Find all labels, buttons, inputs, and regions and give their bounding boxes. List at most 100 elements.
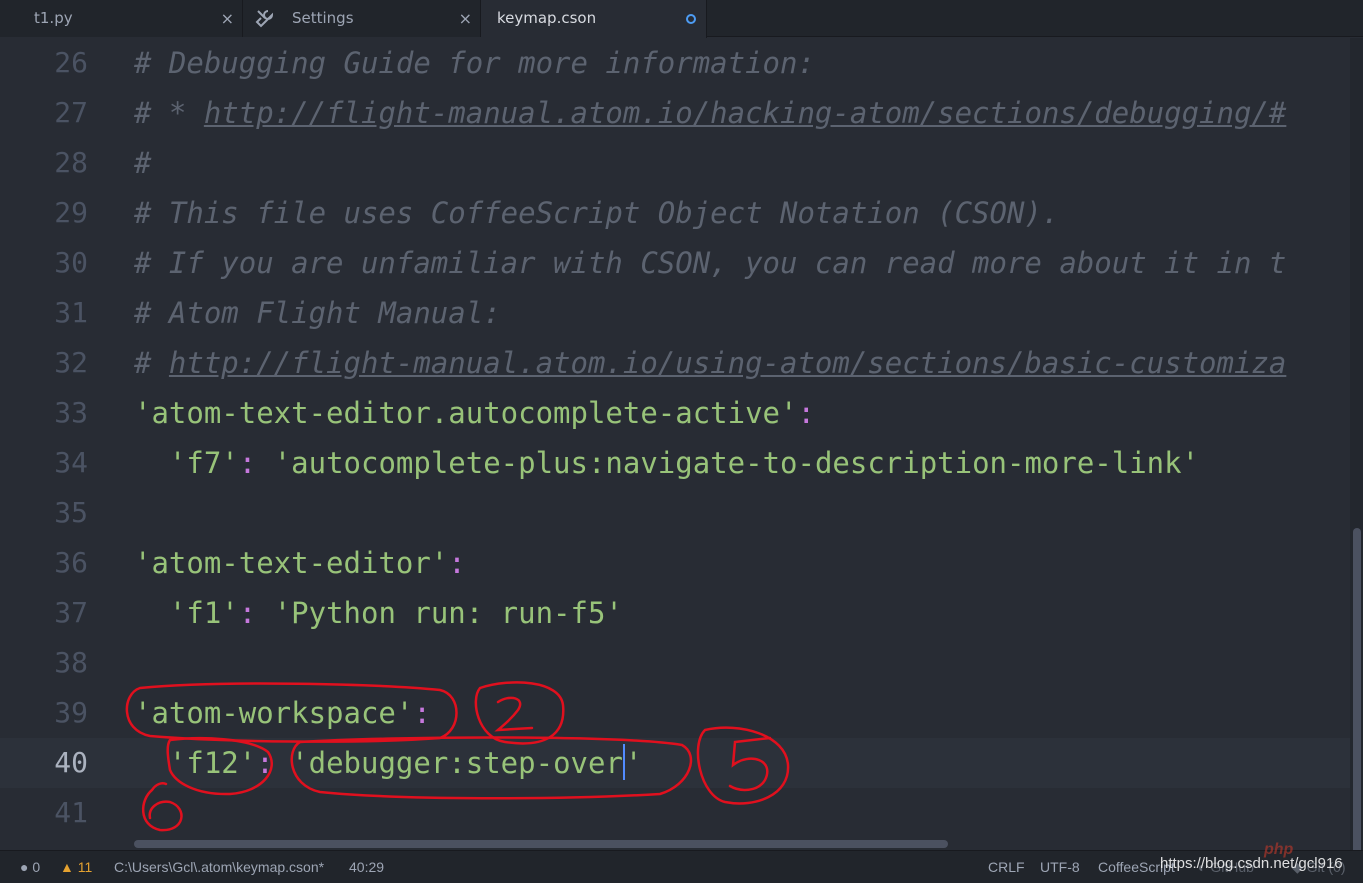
code-text: 'atom-text-editor': bbox=[134, 538, 466, 588]
warning-icon: ▲ bbox=[60, 859, 74, 875]
line-number: 31 bbox=[54, 296, 88, 329]
code-text: 'atom-text-editor.autocomplete-active': bbox=[134, 388, 815, 438]
code-line[interactable]: 30 # If you are unfamiliar with CSON, you… bbox=[0, 238, 1350, 288]
cursor-position[interactable]: 40:29 bbox=[349, 859, 384, 875]
comment-link[interactable]: http://flight-manual.atom.io/using-atom/… bbox=[169, 346, 1286, 380]
code-text: # * http://flight-manual.atom.io/hacking… bbox=[134, 88, 1286, 138]
string-value: 'autocomplete-plus:navigate-to-descripti… bbox=[273, 446, 1200, 480]
colon: : bbox=[797, 396, 815, 430]
string-value: 'Python run: run-f5' bbox=[273, 596, 623, 630]
close-icon[interactable]: × bbox=[459, 9, 472, 28]
error-count[interactable]: ● 0 bbox=[20, 859, 40, 875]
string-key: 'f1' bbox=[168, 596, 239, 630]
line-number: 36 bbox=[54, 546, 88, 579]
code-text: # This file uses CoffeeScript Object Not… bbox=[134, 188, 1059, 238]
line-ending[interactable]: CRLF bbox=[988, 859, 1025, 875]
code-line[interactable]: 27 # * http://flight-manual.atom.io/hacki… bbox=[0, 88, 1350, 138]
code-line[interactable]: 26 # Debugging Guide for more information… bbox=[0, 38, 1350, 88]
scrollbar-thumb[interactable] bbox=[1353, 528, 1361, 858]
modified-indicator-icon[interactable] bbox=[686, 14, 696, 24]
code-line[interactable]: 36 'atom-text-editor': bbox=[0, 538, 1350, 588]
comment-link[interactable]: http://flight-manual.atom.io/hacking-ato… bbox=[204, 96, 1287, 130]
code-line[interactable]: 39 'atom-workspace': bbox=[0, 688, 1350, 738]
code-text: # Atom Flight Manual: bbox=[134, 288, 501, 338]
colon: : bbox=[448, 546, 466, 580]
line-number: 41 bbox=[54, 796, 88, 829]
string-quote: ' bbox=[624, 746, 643, 780]
comment-text: # bbox=[134, 146, 152, 180]
comment-prefix: # * bbox=[134, 96, 204, 130]
line-number: 39 bbox=[54, 696, 88, 729]
watermark: https://blog.csdn.net/gcl916 bbox=[1160, 855, 1343, 872]
comment-text: # Atom Flight Manual: bbox=[134, 296, 501, 330]
colon: : bbox=[413, 696, 431, 730]
colon: : bbox=[256, 746, 274, 780]
comment-text: # Debugging Guide for more information: bbox=[134, 46, 815, 80]
vertical-scrollbar[interactable] bbox=[1350, 38, 1363, 858]
code-text: # http://flight-manual.atom.io/using-ato… bbox=[134, 338, 1286, 388]
comment-text: # If you are unfamiliar with CSON, you c… bbox=[134, 246, 1287, 280]
tab-label: t1.py bbox=[34, 9, 73, 27]
code-line[interactable]: 35 bbox=[0, 488, 1350, 538]
code-text: 'f12': 'debugger:step-over' bbox=[134, 738, 642, 788]
code-text: # Debugging Guide for more information: bbox=[134, 38, 815, 88]
string-key: 'f7' bbox=[168, 446, 239, 480]
warning-count-value: 11 bbox=[77, 859, 93, 875]
code-line[interactable]: 40 'f12': 'debugger:step-over' bbox=[0, 738, 1350, 788]
code-line[interactable]: 31 # Atom Flight Manual: bbox=[0, 288, 1350, 338]
line-number: 29 bbox=[54, 196, 88, 229]
code-editor[interactable]: 26 # Debugging Guide for more information… bbox=[0, 38, 1350, 850]
string-value: 'debugger:step-over bbox=[291, 746, 623, 780]
line-number: 37 bbox=[54, 596, 88, 629]
code-text: # If you are unfamiliar with CSON, you c… bbox=[134, 238, 1286, 288]
colon: : bbox=[238, 446, 257, 480]
string-key: 'atom-text-editor.autocomplete-active' bbox=[134, 396, 798, 430]
code-line[interactable]: 29 # This file uses CoffeeScript Object N… bbox=[0, 188, 1350, 238]
line-number: 33 bbox=[54, 396, 88, 429]
horizontal-scrollbar[interactable] bbox=[134, 840, 948, 848]
tab-label: Settings bbox=[292, 9, 354, 27]
tab-t1-py[interactable]: t1.py × bbox=[0, 0, 243, 37]
status-bar: ● 0 ▲ 11 C:\Users\Gcl\.atom\keymap.cson*… bbox=[0, 841, 1363, 883]
code-text: # bbox=[134, 138, 151, 188]
code-text: 'atom-workspace': bbox=[134, 688, 431, 738]
string-key: 'atom-workspace' bbox=[134, 696, 414, 730]
colon: : bbox=[238, 596, 257, 630]
tools-icon bbox=[255, 8, 275, 32]
line-number: 40 bbox=[54, 746, 88, 779]
code-line[interactable]: 34 'f7': 'autocomplete-plus:navigate-to-… bbox=[0, 438, 1350, 488]
comment-text: # This file uses CoffeeScript Object Not… bbox=[134, 196, 1060, 230]
comment-prefix: # bbox=[134, 346, 169, 380]
file-encoding[interactable]: UTF-8 bbox=[1040, 859, 1080, 875]
line-number: 34 bbox=[54, 446, 88, 479]
file-path[interactable]: C:\Users\Gcl\.atom\keymap.cson* bbox=[114, 859, 324, 875]
code-line[interactable]: 37 'f1': 'Python run: run-f5' bbox=[0, 588, 1350, 638]
tab-label: keymap.cson bbox=[497, 9, 597, 27]
code-line[interactable]: 32 # http://flight-manual.atom.io/using-a… bbox=[0, 338, 1350, 388]
warning-count[interactable]: ▲ 11 bbox=[60, 859, 92, 875]
code-text: 'f7': 'autocomplete-plus:navigate-to-des… bbox=[134, 438, 1199, 488]
code-text: 'f1': 'Python run: run-f5' bbox=[134, 588, 623, 638]
error-count-value: 0 bbox=[32, 859, 41, 875]
tab-keymap-cson[interactable]: keymap.cson bbox=[481, 0, 707, 38]
tab-bar: t1.py × Settings × keymap.cson bbox=[0, 0, 1363, 38]
string-key: 'f12' bbox=[168, 746, 257, 780]
line-number: 26 bbox=[54, 46, 88, 79]
tab-settings[interactable]: Settings × bbox=[243, 0, 481, 37]
line-number: 38 bbox=[54, 646, 88, 679]
line-number: 35 bbox=[54, 496, 88, 529]
close-icon[interactable]: × bbox=[221, 9, 234, 28]
error-icon: ● bbox=[20, 859, 29, 875]
code-line[interactable]: 28 # bbox=[0, 138, 1350, 188]
line-number: 27 bbox=[54, 96, 88, 129]
code-line[interactable]: 33 'atom-text-editor.autocomplete-active'… bbox=[0, 388, 1350, 438]
string-key: 'atom-text-editor' bbox=[134, 546, 449, 580]
code-line[interactable]: 38 bbox=[0, 638, 1350, 688]
line-number: 28 bbox=[54, 146, 88, 179]
line-number: 32 bbox=[54, 346, 88, 379]
line-number: 30 bbox=[54, 246, 88, 279]
code-line[interactable]: 41 bbox=[0, 788, 1350, 838]
